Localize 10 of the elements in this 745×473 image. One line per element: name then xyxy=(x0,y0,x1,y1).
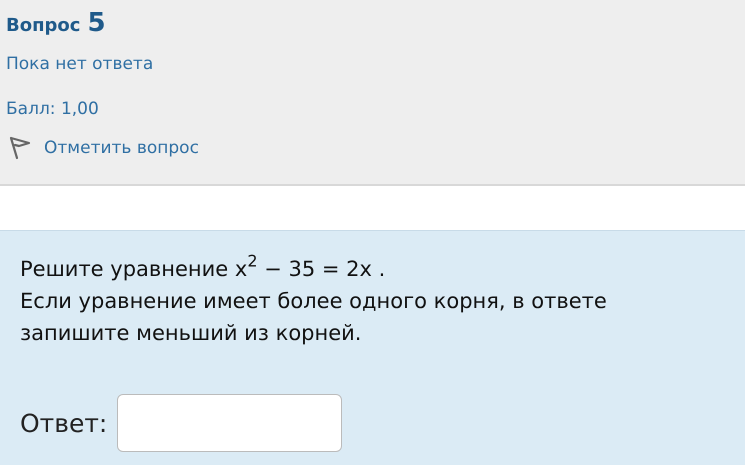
question-label: Вопрос xyxy=(6,15,80,36)
question-text: Решите уравнение x$^{2}$ − 35 = 2x . xyxy=(20,253,386,283)
grade-text: Балл: 1,00 xyxy=(6,99,100,121)
answer-status: Пока нет ответа xyxy=(6,54,154,76)
question-text: Если уравнение имеет более одного корня, в ответе запишите меньший из корней. xyxy=(20,288,608,347)
question-number: 5 xyxy=(87,8,106,38)
flag-question-link[interactable]: Отметить вопрос xyxy=(44,138,199,158)
flag-icon[interactable] xyxy=(8,136,32,160)
answer-field[interactable] xyxy=(117,394,342,452)
answer-label: Ответ: xyxy=(20,408,108,438)
